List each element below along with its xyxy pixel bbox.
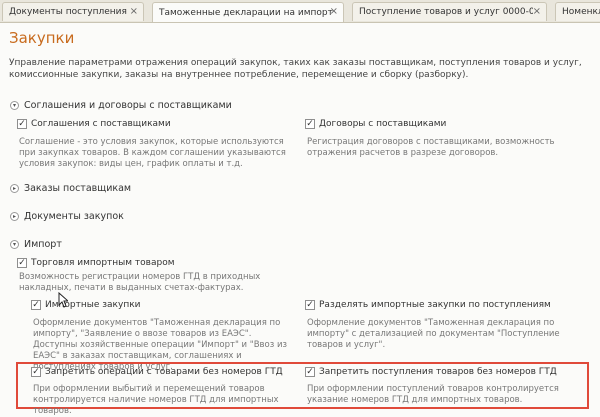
agreements-note: Соглашение - это условия закупок, которы… <box>19 137 286 169</box>
agreements-checkbox[interactable]: ✓ Соглашения с поставщиками <box>17 119 171 129</box>
section-orders[interactable]: ▸ Заказы поставщикам <box>10 183 131 194</box>
forbid-receipts-note: При оформлении поступлений товаров контр… <box>307 384 559 405</box>
check-icon[interactable]: ✓ <box>305 367 315 377</box>
chevron-down-icon[interactable]: ▾ <box>10 240 19 249</box>
chevron-right-icon[interactable]: ▸ <box>10 184 19 193</box>
section-purchase-docs[interactable]: ▸ Документы закупок <box>10 211 124 222</box>
import-trade-checkbox[interactable]: ✓ Торговля импортным товаром <box>17 258 175 268</box>
forbid-operations-note: При оформлении выбытий и перемещений тов… <box>33 384 279 416</box>
tab-label: Номенкл <box>562 7 600 17</box>
checkbox-label: Запретить поступления товаров без номеро… <box>319 367 557 377</box>
check-icon[interactable]: ✓ <box>305 300 315 310</box>
contracts-checkbox[interactable]: ✓ Договоры с поставщиками <box>305 119 446 129</box>
close-icon[interactable]: × <box>533 6 541 17</box>
checkbox-label: Разделять импортные закупки по поступлен… <box>319 300 551 310</box>
import-trade-note: Возможность регистрации номеров ГТД в пр… <box>19 272 261 293</box>
tab-label: Документы поступления <box>9 7 127 17</box>
checkbox-label: Договоры с поставщиками <box>319 119 447 129</box>
page-title: Закупки <box>9 29 75 47</box>
mouse-pointer-icon <box>58 292 68 308</box>
check-icon[interactable]: ✓ <box>17 119 27 129</box>
checkbox-label: Торговля импортным товаром <box>31 258 175 268</box>
tab-customs-declarations[interactable]: Таможенные декларации на импорт × <box>152 2 344 22</box>
split-import-note: Оформление документов "Таможенная деклар… <box>307 318 560 350</box>
import-purchases-checkbox[interactable]: ✓ Импортные закупки <box>31 300 141 310</box>
close-icon[interactable]: × <box>330 6 338 17</box>
check-icon[interactable]: ✓ <box>31 300 41 310</box>
forbid-operations-checkbox[interactable]: ✓ Запретить операции с товарами без номе… <box>31 367 283 377</box>
close-icon[interactable]: × <box>130 6 138 17</box>
section-agreements[interactable]: ▾ Соглашения и договоры с поставщиками <box>10 100 232 111</box>
section-title: Импорт <box>24 239 62 250</box>
tab-documents-receipts[interactable]: Документы поступления × <box>2 2 144 21</box>
chevron-down-icon[interactable]: ▾ <box>10 101 19 110</box>
forbid-receipts-checkbox[interactable]: ✓ Запретить поступления товаров без номе… <box>305 367 557 377</box>
section-title: Соглашения и договоры с поставщиками <box>24 100 232 111</box>
checkbox-label: Соглашения с поставщиками <box>31 119 171 129</box>
check-icon[interactable]: ✓ <box>31 367 41 377</box>
tab-nomenclature[interactable]: Номенкл <box>555 2 600 21</box>
page-description: Управление параметрами отражения операци… <box>9 58 582 80</box>
section-title: Заказы поставщикам <box>24 183 132 194</box>
split-import-checkbox[interactable]: ✓ Разделять импортные закупки по поступл… <box>305 300 551 310</box>
tab-goods-receipt[interactable]: Поступление товаров и услуг 0000-000... … <box>352 2 547 21</box>
check-icon[interactable]: ✓ <box>17 258 27 268</box>
tab-label: Поступление товаров и услуг 0000-000... <box>359 7 533 17</box>
tab-label: Таможенные декларации на импорт <box>159 7 333 18</box>
check-icon[interactable]: ✓ <box>305 119 315 129</box>
checkbox-label: Запретить операции с товарами без номеро… <box>45 367 283 377</box>
section-title: Документы закупок <box>24 211 124 222</box>
section-import[interactable]: ▾ Импорт <box>10 239 62 250</box>
contracts-note: Регистрация договоров с поставщиками, во… <box>307 137 555 158</box>
chevron-right-icon[interactable]: ▸ <box>10 212 19 221</box>
tab-bar: Документы поступления × Таможенные декла… <box>0 0 600 23</box>
